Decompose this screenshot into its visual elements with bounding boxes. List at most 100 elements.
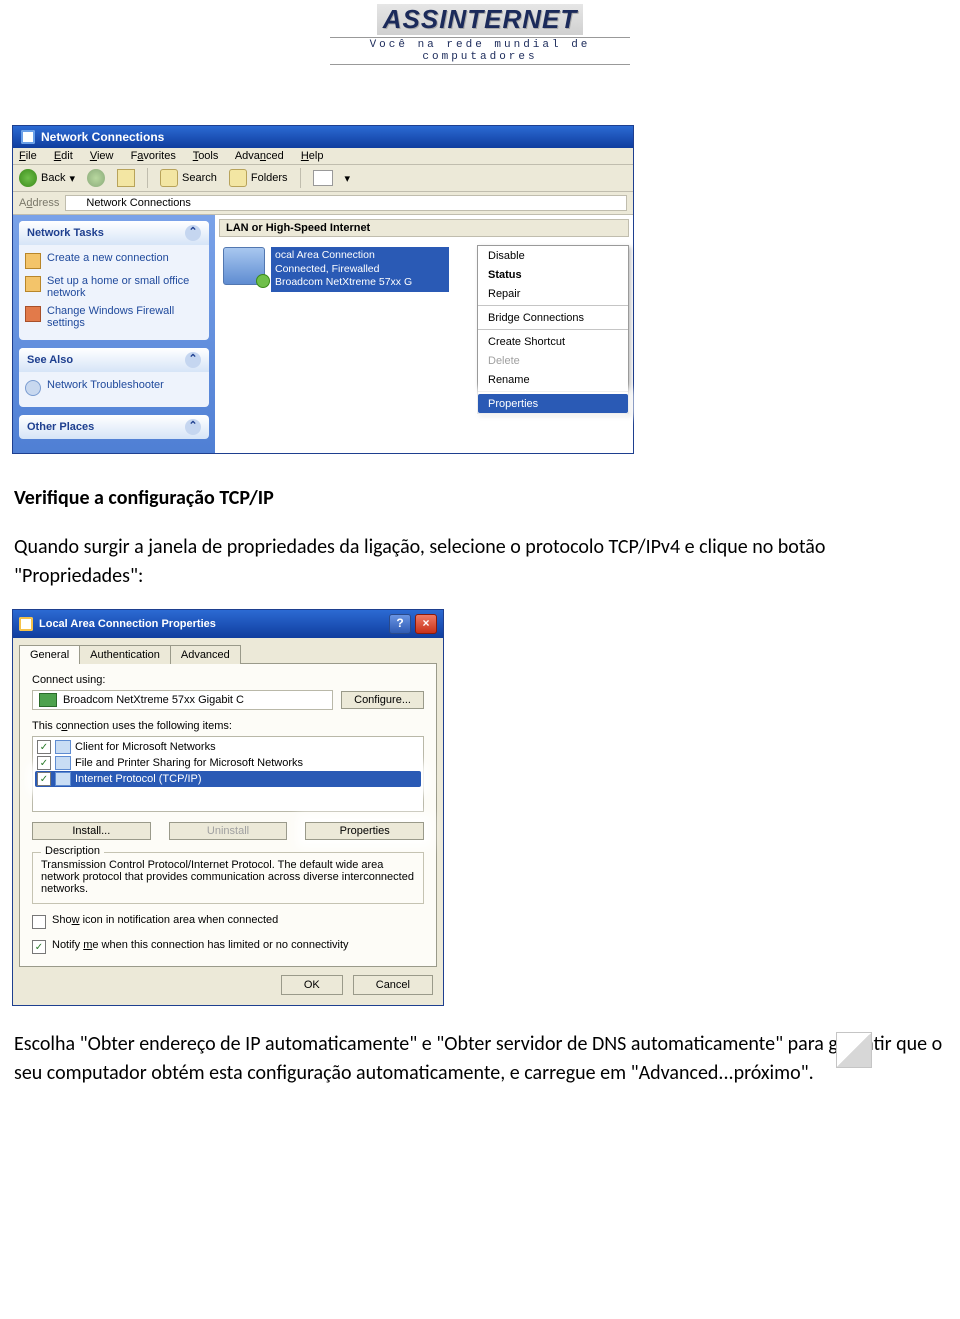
instruction-body: Quando surgir a janela de propriedades d… bbox=[14, 533, 946, 591]
screenshot-lac-properties: Local Area Connection Properties ? × Gen… bbox=[12, 609, 444, 1006]
checkbox-icon[interactable]: ✓ bbox=[32, 940, 46, 954]
panel-header[interactable]: See Also ⌃ bbox=[19, 348, 209, 372]
task-label: Set up a home or small office network bbox=[47, 275, 203, 299]
description-label: Description bbox=[41, 845, 104, 857]
back-label: Back bbox=[41, 172, 65, 184]
tab-authentication[interactable]: Authentication bbox=[79, 645, 171, 664]
ctx-properties[interactable]: Properties bbox=[478, 394, 628, 413]
panel-body: Create a new connection Set up a home or… bbox=[19, 245, 209, 340]
tab-pane-general: Connect using: Broadcom NetXtreme 57xx G… bbox=[19, 663, 437, 967]
menu-file[interactable]: File bbox=[19, 150, 37, 162]
task-firewall[interactable]: Change Windows Firewall settings bbox=[25, 302, 203, 332]
checkbox-icon[interactable]: ✓ bbox=[37, 756, 51, 770]
menu-favorites[interactable]: Favorites bbox=[131, 150, 176, 162]
description-group: Description Transmission Control Protoco… bbox=[32, 852, 424, 904]
menu-advanced[interactable]: Advanced bbox=[235, 150, 284, 162]
folders-button[interactable]: Folders bbox=[229, 169, 288, 187]
close-button[interactable]: × bbox=[415, 614, 437, 634]
panel-network-tasks: Network Tasks ⌃ Create a new connection … bbox=[19, 221, 209, 340]
window-titlebar: Network Connections bbox=[13, 126, 633, 148]
folders-label: Folders bbox=[251, 172, 288, 184]
menu-help[interactable]: Help bbox=[301, 150, 324, 162]
task-label: Network Troubleshooter bbox=[47, 379, 164, 391]
logo-tagline: Você na rede mundial de computadores bbox=[330, 37, 630, 65]
description-text: Transmission Control Protocol/Internet P… bbox=[41, 859, 415, 895]
menu-tools[interactable]: Tools bbox=[193, 150, 219, 162]
help-button[interactable]: ? bbox=[389, 614, 411, 634]
list-item[interactable]: ✓File and Printer Sharing for Microsoft … bbox=[35, 755, 421, 771]
task-label: Create a new connection bbox=[47, 252, 169, 264]
checkbox-icon[interactable]: ✓ bbox=[37, 772, 51, 786]
instruction-paragraph-1: Verifique a configuração TCP/IP Quando s… bbox=[14, 484, 946, 591]
connection-text: ocal Area Connection Connected, Firewall… bbox=[271, 247, 449, 292]
ctx-bridge[interactable]: Bridge Connections bbox=[478, 308, 628, 327]
dialog-titlebar: Local Area Connection Properties ? × bbox=[13, 610, 443, 638]
task-create-connection[interactable]: Create a new connection bbox=[25, 249, 203, 272]
chevron-up-icon: ⌃ bbox=[185, 419, 201, 435]
address-field[interactable]: Network Connections bbox=[65, 195, 627, 211]
connect-using-label: Connect using: bbox=[32, 674, 424, 686]
adapter-field: Broadcom NetXtreme 57xx Gigabit C bbox=[32, 690, 333, 710]
back-button[interactable]: Back ▾ bbox=[19, 169, 75, 187]
configure-button[interactable]: Configure... bbox=[341, 691, 424, 709]
instruction-body: Escolha "Obter endereço de IP automatica… bbox=[14, 1032, 942, 1085]
logo: ASSINTERNET Você na rede mundial de comp… bbox=[330, 4, 630, 65]
list-item[interactable]: ✓ Client for Microsoft Networks bbox=[35, 739, 421, 755]
ctx-status[interactable]: Status bbox=[478, 265, 628, 284]
checkbox-icon[interactable]: ✓ bbox=[37, 740, 51, 754]
ctx-disable[interactable]: Disable bbox=[478, 246, 628, 265]
ok-button[interactable]: OK bbox=[281, 975, 343, 995]
side-panel: Network Tasks ⌃ Create a new connection … bbox=[13, 215, 215, 453]
uses-label: This connection uses the following items… bbox=[32, 720, 424, 732]
task-label: Change Windows Firewall settings bbox=[47, 305, 203, 329]
view-button[interactable] bbox=[313, 170, 333, 186]
network-icon bbox=[70, 197, 82, 209]
list-item-selected[interactable]: ✓Internet Protocol (TCP/IP) bbox=[35, 771, 421, 787]
menu-view[interactable]: View bbox=[90, 150, 114, 162]
search-button[interactable]: Search bbox=[160, 169, 217, 187]
cancel-button[interactable]: Cancel bbox=[353, 975, 433, 995]
ctx-repair[interactable]: Repair bbox=[478, 284, 628, 303]
ctx-rename[interactable]: Rename bbox=[478, 370, 628, 389]
forward-button[interactable] bbox=[87, 169, 105, 187]
panel-title: Network Tasks bbox=[27, 227, 104, 239]
panel-header[interactable]: Other Places ⌃ bbox=[19, 415, 209, 439]
instruction-heading: Verifique a configuração TCP/IP bbox=[14, 484, 946, 513]
up-button[interactable] bbox=[117, 169, 135, 187]
notify-checkbox[interactable]: ✓ Notify me when this connection has lim… bbox=[32, 939, 424, 954]
task-icon bbox=[25, 306, 41, 322]
component-label: Client for Microsoft Networks bbox=[75, 741, 216, 753]
ctx-delete: Delete bbox=[478, 351, 628, 370]
menu-edit[interactable]: Edit bbox=[54, 150, 73, 162]
task-icon bbox=[25, 276, 41, 292]
connection-icon bbox=[19, 617, 33, 631]
panel-title: See Also bbox=[27, 354, 73, 366]
task-troubleshooter[interactable]: Network Troubleshooter bbox=[25, 376, 203, 399]
tab-advanced[interactable]: Advanced bbox=[170, 645, 241, 664]
ctx-shortcut[interactable]: Create Shortcut bbox=[478, 332, 628, 351]
components-list[interactable]: ✓ Client for Microsoft Networks ✓File and… bbox=[32, 736, 424, 812]
component-icon bbox=[55, 756, 71, 770]
chevron-up-icon: ⌃ bbox=[185, 225, 201, 241]
checkbox-icon[interactable] bbox=[32, 915, 46, 929]
panel-other-places: Other Places ⌃ bbox=[19, 415, 209, 439]
properties-button[interactable]: Properties bbox=[305, 822, 424, 840]
info-icon bbox=[25, 380, 41, 396]
install-button[interactable]: Install... bbox=[32, 822, 151, 840]
dialog-footer: OK Cancel bbox=[13, 975, 433, 995]
panel-see-also: See Also ⌃ Network Troubleshooter bbox=[19, 348, 209, 407]
menu-bar: File Edit View Favorites Tools Advanced … bbox=[13, 148, 633, 165]
group-header: LAN or High-Speed Internet bbox=[219, 219, 629, 237]
panel-header[interactable]: Network Tasks ⌃ bbox=[19, 221, 209, 245]
main-area: LAN or High-Speed Internet ocal Area Con… bbox=[215, 215, 633, 453]
search-label: Search bbox=[182, 172, 217, 184]
back-icon bbox=[19, 169, 37, 187]
toolbar: Back ▾ Search Folders ▾ bbox=[13, 165, 633, 192]
address-value: Network Connections bbox=[86, 197, 191, 209]
task-setup-network[interactable]: Set up a home or small office network bbox=[25, 272, 203, 302]
screenshot-network-connections: Network Connections File Edit View Favor… bbox=[12, 125, 634, 454]
component-icon bbox=[55, 772, 71, 786]
tab-general[interactable]: General bbox=[19, 645, 80, 664]
tab-strip: General Authentication Advanced bbox=[19, 644, 437, 663]
show-icon-checkbox[interactable]: Show icon in notification area when conn… bbox=[32, 914, 424, 929]
